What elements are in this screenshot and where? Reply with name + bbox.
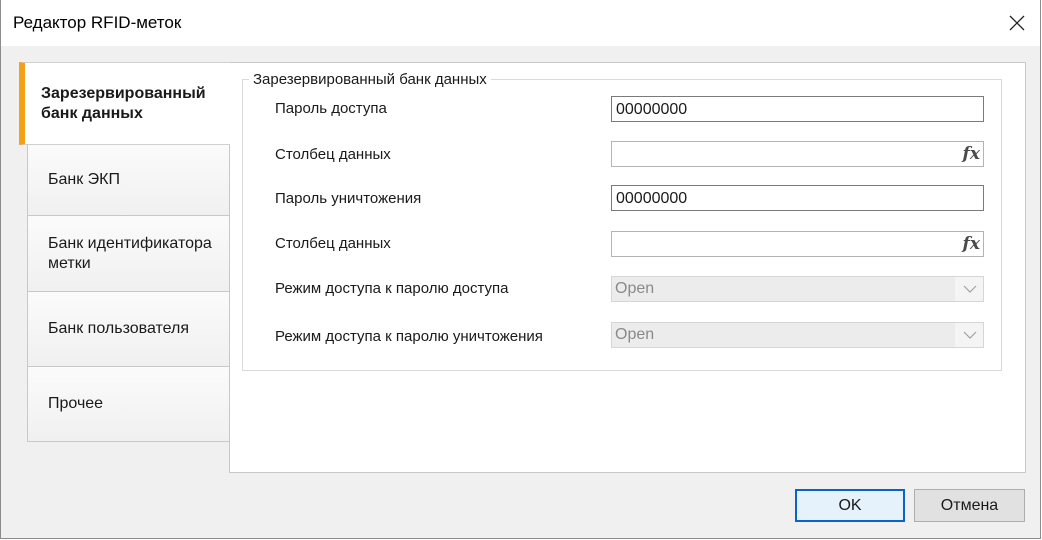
tab-other[interactable]: Прочее: [27, 367, 230, 442]
tab-reserved-bank[interactable]: Зарезервированный банк данных: [19, 62, 230, 145]
tab-content-panel: Зарезервированный банк данных Пароль дос…: [229, 62, 1026, 473]
tab-label: Банк пользователя: [48, 320, 189, 337]
kill-password-field[interactable]: 00000000: [611, 185, 984, 211]
ok-button[interactable]: OK: [795, 489, 905, 522]
close-icon: [1009, 15, 1025, 31]
select-value: Open: [612, 323, 955, 347]
data-column-label: Столбец данных: [275, 146, 391, 163]
tab-user-bank[interactable]: Банк пользователя: [27, 292, 230, 367]
fx-expression-icon[interactable]: fx: [963, 144, 980, 164]
access-password-mode-label: Режим доступа к паролю доступа: [275, 280, 509, 297]
tab-tid-bank[interactable]: Банк идентификатора метки: [27, 216, 230, 292]
chevron-down-icon: [963, 331, 977, 339]
kill-password-data-column-field[interactable]: fx: [611, 231, 984, 257]
access-password-mode-select[interactable]: Open: [611, 276, 984, 302]
title-bar: Редактор RFID-меток: [1, 0, 1040, 46]
tab-label: Зарезервированный банк данных: [41, 84, 206, 122]
tab-label: Банк идентификатора метки: [48, 234, 212, 272]
chevron-down-icon: [963, 285, 977, 293]
access-password-label: Пароль доступа: [275, 100, 387, 117]
cancel-button[interactable]: Отмена: [914, 489, 1025, 522]
reserved-bank-group: Зарезервированный банк данных Пароль дос…: [242, 71, 1002, 371]
kill-password-label: Пароль уничтожения: [275, 190, 422, 207]
fx-expression-icon[interactable]: fx: [963, 234, 980, 254]
access-password-field[interactable]: 00000000: [611, 96, 984, 122]
kill-password-mode-select[interactable]: Open: [611, 322, 984, 348]
tab-list: Зарезервированный банк данных Банк ЭКП Б…: [19, 62, 230, 442]
window-title: Редактор RFID-меток: [13, 13, 182, 32]
data-column-label: Столбец данных: [275, 235, 391, 252]
select-value: Open: [612, 277, 955, 301]
group-title: Зарезервированный банк данных: [249, 71, 491, 88]
access-password-data-column-field[interactable]: fx: [611, 141, 984, 167]
tab-label: Прочее: [48, 395, 104, 412]
tab-epc-bank[interactable]: Банк ЭКП: [27, 145, 230, 216]
rfid-editor-dialog: Редактор RFID-меток Зарезервированный ба…: [0, 0, 1041, 539]
kill-password-mode-label: Режим доступа к паролю уничтожения: [275, 328, 543, 345]
close-button[interactable]: [994, 0, 1040, 46]
tab-label: Банк ЭКП: [48, 171, 120, 188]
